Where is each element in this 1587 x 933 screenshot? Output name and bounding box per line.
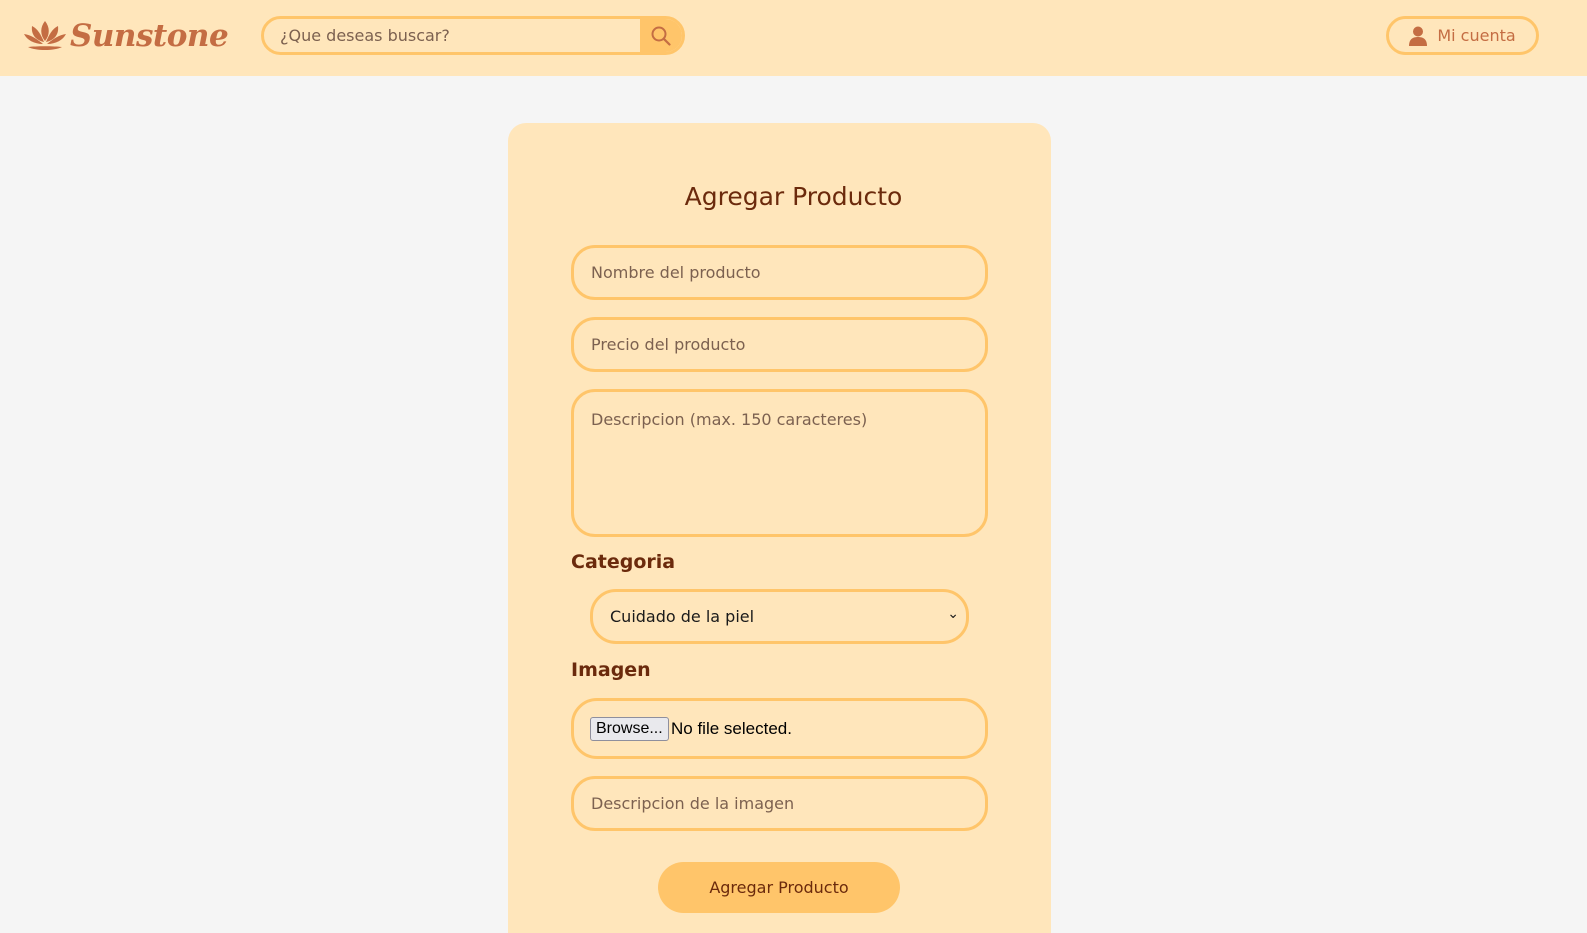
brand-name: Sunstone	[70, 18, 229, 54]
browse-button[interactable]: Browse...	[590, 717, 669, 741]
top-header: Sunstone Mi cuenta	[0, 0, 1587, 76]
account-label: Mi cuenta	[1437, 26, 1516, 45]
search-bar	[261, 16, 685, 55]
product-description-field[interactable]	[571, 389, 988, 537]
chevron-down-icon: ⌄	[947, 606, 959, 622]
image-label: Imagen	[571, 659, 651, 681]
add-product-button[interactable]: Agregar Producto	[658, 862, 900, 913]
image-file-input: Browse... No file selected.	[571, 698, 988, 759]
brand-logo[interactable]: Sunstone	[22, 14, 229, 58]
search-input[interactable]	[264, 19, 644, 52]
user-icon	[1409, 26, 1428, 46]
search-button[interactable]	[640, 19, 682, 52]
account-button[interactable]: Mi cuenta	[1386, 16, 1539, 55]
search-icon	[651, 26, 671, 46]
lotus-icon	[24, 21, 66, 50]
form-title: Agregar Producto	[684, 182, 903, 211]
image-description-field[interactable]	[571, 776, 988, 831]
category-selected-value: Cuidado de la piel	[610, 607, 755, 626]
file-status-text: No file selected.	[671, 719, 792, 738]
category-label: Categoria	[571, 551, 676, 573]
product-name-field[interactable]	[571, 245, 988, 300]
category-select[interactable]: Cuidado de la piel ⌄	[590, 589, 969, 644]
product-price-field[interactable]	[571, 317, 988, 372]
